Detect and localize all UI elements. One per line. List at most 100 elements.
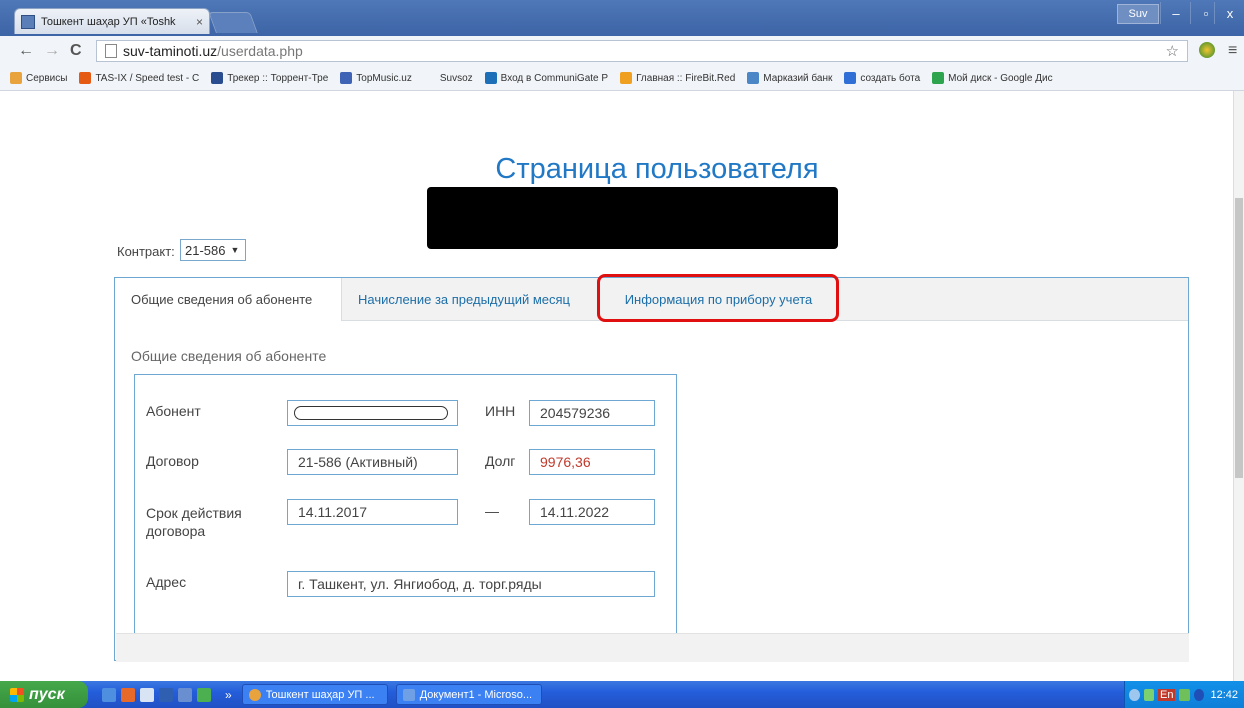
windows-taskbar: пуск » Тошкент шаҳар УП ... Документ1 - … <box>0 681 1244 708</box>
abonent-field <box>287 400 458 426</box>
minimize-button[interactable]: – <box>1160 2 1191 24</box>
bookmark-label: Трекер :: Торрент-Тре <box>227 72 329 84</box>
language-indicator[interactable]: En <box>1158 688 1176 701</box>
bookmark-item[interactable]: Сервисы <box>10 72 67 84</box>
contract-value: 21-586 <box>185 242 226 258</box>
bookmark-item[interactable]: Главная :: FireBit.Red <box>620 72 735 84</box>
save-quicklaunch-icon[interactable] <box>159 687 173 702</box>
extension-icon[interactable] <box>1199 42 1215 58</box>
section-label: Общие сведения об абоненте <box>131 348 327 364</box>
contract-label: Контракт: <box>117 244 175 259</box>
term-label-line1: Срок действия <box>146 505 242 521</box>
address-field: г. Ташкент, ул. Янгиобод, д. торг.ряды <box>287 571 655 597</box>
taskbar-item-word[interactable]: Документ1 - Microso... <box>395 684 542 705</box>
term-label-line2: договора <box>146 523 206 539</box>
start-label: пуск <box>29 685 65 703</box>
bookmark-favicon-icon <box>620 72 633 84</box>
subscriber-info-form: Абонент ИНН 204579236 Договор 21-586 (Ак… <box>134 374 677 654</box>
chevron-down-icon: ▼ <box>230 245 240 255</box>
tray-arrow-icon[interactable] <box>1129 688 1140 701</box>
redacted-username <box>427 187 838 249</box>
bookmark-label: TopMusic.uz <box>356 72 412 84</box>
bookmarks-bar: Сервисы TAS-IX / Speed test - C Трекер :: … <box>0 66 1244 91</box>
close-window-button[interactable]: x <box>1214 2 1244 24</box>
back-arrow-icon[interactable]: ← <box>18 42 34 60</box>
new-tab-button[interactable] <box>208 12 258 33</box>
bookmark-label: Марказий банк <box>763 72 833 84</box>
term-start-field: 14.11.2017 <box>287 499 458 525</box>
bookmark-favicon-icon <box>932 72 945 84</box>
bookmark-item[interactable]: Мой диск - Google Дис <box>932 72 1053 84</box>
bookmark-favicon-icon <box>79 72 92 84</box>
bookmark-item[interactable]: Марказий банк <box>747 72 832 84</box>
clock: 12:42 <box>1210 688 1238 701</box>
page-icon <box>105 44 117 58</box>
tab-general-info[interactable]: Общие сведения об абоненте <box>115 278 342 321</box>
inn-field: 204579236 <box>529 400 655 426</box>
bookmark-item[interactable]: Трекер :: Торрент-Тре <box>211 72 328 84</box>
show-desktop-icon[interactable] <box>102 687 116 702</box>
bookmark-label: Вход в CommuniGate P <box>500 72 609 84</box>
bookmark-item[interactable]: Вход в CommuniGate P <box>484 72 609 84</box>
quicklaunch-chevron-icon[interactable]: » <box>225 688 232 702</box>
tabs-panel: Общие сведения об абоненте Начисление за… <box>114 274 1189 662</box>
browser-title-bar: Тошкент шаҳар УП «Toshk × Suv – ▫ x <box>0 0 1244 36</box>
debt-label: Долг <box>485 453 516 469</box>
forward-arrow-icon[interactable]: → <box>44 42 60 60</box>
panel-footer <box>116 633 1189 662</box>
dogovor-label: Договор <box>146 453 199 469</box>
bookmark-favicon-icon <box>211 72 224 84</box>
contract-select[interactable]: 21-586 ▼ <box>180 239 246 261</box>
profile-chip[interactable]: Suv <box>1117 4 1159 24</box>
taskbar-item-browser[interactable]: Тошкент шаҳар УП ... <box>241 684 388 705</box>
start-button[interactable]: пуск <box>0 681 88 708</box>
word-icon <box>402 688 415 701</box>
mail-quicklaunch-icon[interactable] <box>140 687 154 702</box>
bookmark-label: Мой диск - Google Дис <box>948 72 1053 84</box>
bookmark-favicon-icon <box>10 72 22 84</box>
reload-icon[interactable]: C <box>70 42 82 60</box>
network-icon[interactable] <box>1143 688 1154 701</box>
browser-quicklaunch-icon[interactable] <box>121 687 135 702</box>
browser-tab[interactable]: Тошкент шаҳар УП «Toshk × <box>14 8 210 34</box>
tabs-header: Общие сведения об абоненте Начисление за… <box>115 274 1188 322</box>
chrome-icon <box>248 688 261 701</box>
app-quicklaunch-icon[interactable] <box>178 687 192 702</box>
bookmark-star-icon[interactable]: ☆ <box>1166 42 1179 60</box>
url-path: /userdata.php <box>217 43 303 59</box>
tab-previous-month-charges[interactable]: Начисление за предыдущий месяц <box>342 278 596 320</box>
scrollbar-thumb[interactable] <box>1235 198 1243 478</box>
bookmark-item[interactable]: TAS-IX / Speed test - C <box>79 72 199 84</box>
app2-quicklaunch-icon[interactable] <box>197 687 211 702</box>
bookmark-label: Главная :: FireBit.Red <box>636 72 736 84</box>
bookmark-item[interactable]: Suvsoz <box>423 72 473 84</box>
tab-close-icon[interactable]: × <box>196 15 203 29</box>
bookmark-label: Сервисы <box>26 72 68 84</box>
taskbar-item-label: Тошкент шаҳар УП ... <box>265 688 375 701</box>
debt-field: 9976,36 <box>529 449 655 475</box>
tray-app-icon[interactable] <box>1179 688 1190 701</box>
address-bar[interactable]: suv-taminoti.uz/userdata.php ☆ <box>96 40 1188 62</box>
bookmark-favicon-icon <box>423 72 436 84</box>
bookmark-favicon-icon <box>844 72 857 84</box>
tray-app2-icon[interactable] <box>1193 688 1205 701</box>
menu-icon[interactable]: ≡ <box>1228 42 1237 60</box>
bookmark-item[interactable]: создать бота <box>844 72 920 84</box>
page-title: Страница пользователя <box>495 153 819 185</box>
term-end-field: 14.11.2022 <box>529 499 655 525</box>
bookmark-favicon-icon <box>747 72 760 84</box>
windows-logo-icon <box>10 687 24 702</box>
site-favicon-icon <box>21 14 35 29</box>
dogovor-field: 21-586 (Активный) <box>287 449 458 475</box>
page-scrollbar[interactable] <box>1233 91 1244 681</box>
term-dash: — <box>485 503 499 519</box>
abonent-label: Абонент <box>146 403 201 419</box>
bookmark-favicon-icon <box>340 72 353 84</box>
bookmark-label: создать бота <box>860 72 921 84</box>
bookmark-item[interactable]: TopMusic.uz <box>340 72 412 84</box>
address-label: Адрес <box>146 574 187 590</box>
bookmark-favicon-icon <box>484 72 497 84</box>
inn-label: ИНН <box>485 403 516 419</box>
bookmark-label: Suvsoz <box>439 72 473 84</box>
system-tray: En 12:42 <box>1124 681 1244 708</box>
